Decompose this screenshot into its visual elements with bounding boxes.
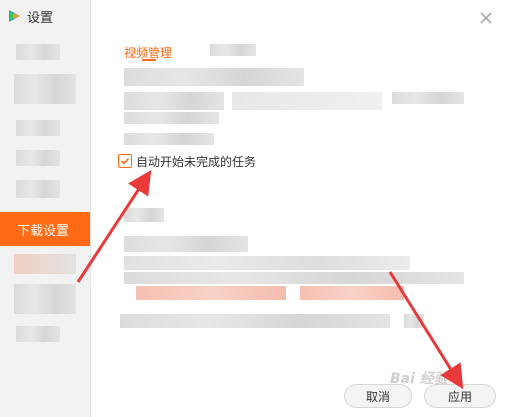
play-triangle-icon bbox=[9, 10, 20, 22]
blurred-setting bbox=[124, 133, 214, 145]
blurred-setting bbox=[136, 286, 286, 300]
cancel-button[interactable]: 取消 bbox=[344, 384, 412, 408]
blurred-setting bbox=[232, 92, 382, 110]
blurred-setting bbox=[404, 314, 424, 328]
sidebar-item-download-settings[interactable]: 下载设置 bbox=[0, 212, 90, 246]
blurred-setting bbox=[392, 92, 464, 104]
blurred-setting bbox=[124, 112, 219, 124]
close-icon[interactable] bbox=[478, 10, 494, 26]
sidebar-item-blurred[interactable] bbox=[14, 284, 76, 314]
sidebar-item-blurred[interactable] bbox=[16, 120, 60, 136]
sidebar-item-blurred[interactable] bbox=[14, 254, 76, 274]
auto-start-checkbox[interactable] bbox=[118, 154, 132, 168]
auto-start-label: 自动开始未完成的任务 bbox=[136, 154, 257, 169]
tab-underline bbox=[142, 59, 156, 61]
window-title: 设置 bbox=[27, 10, 54, 26]
sidebar-item-blurred[interactable] bbox=[16, 150, 60, 166]
check-icon bbox=[120, 157, 130, 165]
blurred-setting bbox=[124, 68, 304, 86]
blurred-setting bbox=[124, 236, 248, 252]
sidebar: 设置 下载设置 bbox=[0, 0, 91, 417]
app-title: 设置 bbox=[6, 6, 53, 26]
blurred-setting bbox=[124, 208, 164, 222]
sidebar-item-blurred[interactable] bbox=[16, 44, 60, 60]
blurred-setting bbox=[124, 272, 464, 284]
sidebar-item-blurred[interactable] bbox=[16, 326, 60, 342]
settings-window: 设置 下载设置 视频管理 自动开始未完成的任务 取消 应用 Bai 经验 bbox=[0, 0, 510, 417]
auto-start-unfinished-row[interactable]: 自动开始未完成的任务 bbox=[118, 152, 256, 170]
blurred-setting bbox=[300, 286, 404, 300]
blurred-setting bbox=[124, 92, 224, 110]
apply-button[interactable]: 应用 bbox=[424, 384, 496, 408]
sidebar-item-blurred[interactable] bbox=[16, 180, 60, 198]
blurred-setting bbox=[120, 314, 390, 328]
sidebar-item-blurred[interactable] bbox=[14, 74, 76, 104]
blurred-setting bbox=[210, 44, 256, 56]
blurred-setting bbox=[124, 256, 410, 270]
